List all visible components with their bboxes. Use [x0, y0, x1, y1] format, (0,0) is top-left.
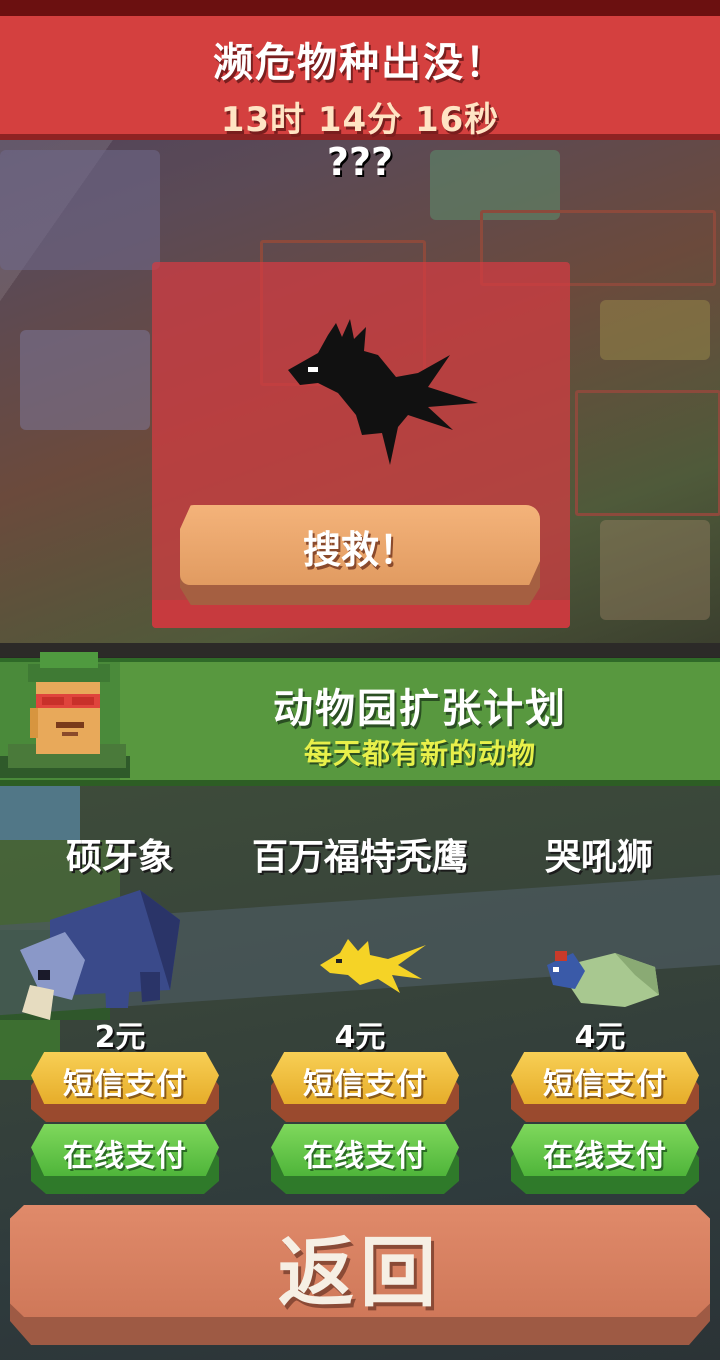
animal-name-mammoth: 硕牙象	[65, 837, 174, 878]
countdown-timer: 13时 14分 16秒	[220, 100, 500, 140]
sms-pay-button-mammoth[interactable]: 短信支付	[31, 1052, 219, 1122]
online-pay-button-lion[interactable]: 在线支付	[511, 1124, 699, 1194]
back-button-label: 返回	[278, 1228, 442, 1317]
lion-icon	[547, 951, 659, 1007]
header-top-strip	[0, 0, 720, 16]
rescue-button[interactable]: 搜救！	[180, 505, 540, 605]
sms-pay-label: 短信支付	[543, 1067, 667, 1102]
online-pay-label: 在线支付	[63, 1139, 187, 1174]
price-lion: 4元	[574, 1020, 626, 1055]
sms-pay-button-vulture[interactable]: 短信支付	[271, 1052, 459, 1122]
mammoth-icon	[20, 890, 180, 1020]
promo-subtitle: 每天都有新的动物	[303, 737, 536, 770]
online-pay-label: 在线支付	[303, 1139, 427, 1174]
mystery-bird-silhouette	[288, 319, 478, 465]
back-button[interactable]: 返回	[10, 1205, 710, 1345]
sms-pay-label: 短信支付	[303, 1067, 427, 1102]
price-vulture: 4元	[334, 1020, 386, 1055]
sms-pay-button-lion[interactable]: 短信支付	[511, 1052, 699, 1122]
animal-name-lion: 哭吼狮	[544, 837, 653, 878]
online-pay-button-mammoth[interactable]: 在线支付	[31, 1124, 219, 1194]
online-pay-label: 在线支付	[543, 1139, 667, 1174]
endangered-species-banner: 濒危物种出没！ 13时 14分 16秒	[0, 16, 720, 140]
online-pay-button-vulture[interactable]: 在线支付	[271, 1124, 459, 1194]
price-mammoth: 2元	[94, 1020, 146, 1055]
sms-pay-label: 短信支付	[63, 1067, 187, 1102]
animal-name-vulture: 百万福特秃鹰	[251, 837, 468, 878]
zookeeper-avatar	[0, 652, 130, 778]
mystery-animal-name: ???	[326, 140, 394, 184]
vulture-icon	[320, 939, 426, 993]
banner-title: 濒危物种出没！	[213, 40, 507, 86]
promo-title: 动物园扩张计划	[273, 686, 567, 732]
rescue-button-label: 搜救！	[302, 528, 417, 572]
